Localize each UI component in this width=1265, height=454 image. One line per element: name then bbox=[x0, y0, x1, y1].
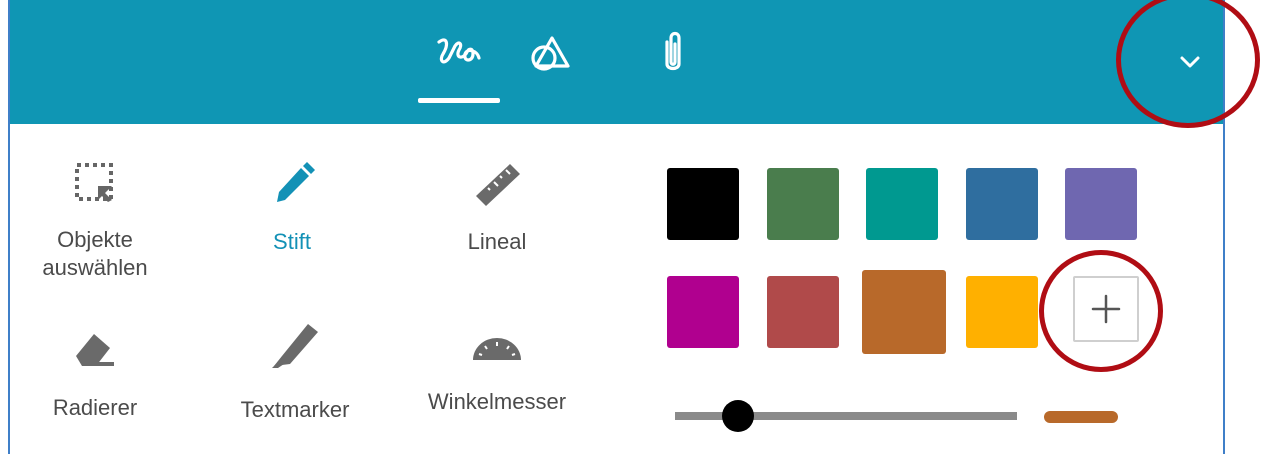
tool-select-label-line1: Objekte bbox=[57, 227, 133, 252]
protractor-icon bbox=[473, 338, 521, 360]
ink-scribble-icon bbox=[437, 38, 481, 64]
toolbar bbox=[10, 0, 1223, 124]
tool-eraser[interactable]: Radierer bbox=[20, 326, 170, 422]
shapes-icon bbox=[531, 36, 570, 71]
tool-highlighter-label: Textmarker bbox=[240, 397, 350, 422]
tool-protractor-label: Winkelmesser bbox=[427, 389, 567, 414]
tool-ruler[interactable]: Lineal bbox=[422, 160, 572, 256]
color-swatch-purple[interactable] bbox=[1065, 168, 1137, 240]
color-swatch-magenta[interactable] bbox=[667, 276, 739, 348]
ruler-icon bbox=[476, 164, 520, 206]
pencil-icon bbox=[277, 162, 315, 202]
tool-highlighter[interactable]: Textmarker bbox=[220, 320, 370, 424]
selection-icon bbox=[75, 163, 113, 202]
tool-select-label-line2: auswählen bbox=[42, 255, 148, 280]
chevron-down-icon[interactable] bbox=[1168, 40, 1212, 84]
color-swatch-green[interactable] bbox=[767, 168, 839, 240]
eraser-icon bbox=[76, 334, 114, 366]
tool-select[interactable]: Objekte auswählen bbox=[20, 160, 170, 282]
tab-draw[interactable] bbox=[419, 28, 499, 108]
color-swatch-orange-selected[interactable] bbox=[862, 270, 946, 354]
color-swatch-blue[interactable] bbox=[966, 168, 1038, 240]
tab-shapes[interactable] bbox=[510, 28, 590, 108]
drawing-panel: Objekte auswählen Stift Lineal Radierer … bbox=[8, 0, 1225, 454]
tool-protractor[interactable]: Winkelmesser bbox=[422, 336, 572, 416]
paperclip-icon bbox=[665, 31, 681, 71]
stroke-preview bbox=[1044, 411, 1118, 423]
active-tab-indicator bbox=[418, 98, 500, 103]
tool-ruler-label: Lineal bbox=[467, 229, 527, 254]
tab-attachments[interactable] bbox=[633, 28, 713, 108]
add-color-button[interactable] bbox=[1073, 276, 1139, 342]
highlighter-icon bbox=[272, 324, 318, 368]
color-swatch-teal[interactable] bbox=[866, 168, 938, 240]
plus-icon bbox=[1091, 294, 1121, 324]
color-swatch-yellow[interactable] bbox=[966, 276, 1038, 348]
tool-pen-label: Stift bbox=[273, 229, 311, 254]
stroke-width-slider-handle[interactable] bbox=[722, 400, 754, 432]
color-swatch-black[interactable] bbox=[667, 168, 739, 240]
color-swatch-red[interactable] bbox=[767, 276, 839, 348]
tool-pen[interactable]: Stift bbox=[217, 160, 367, 256]
tool-eraser-label: Radierer bbox=[52, 395, 138, 420]
